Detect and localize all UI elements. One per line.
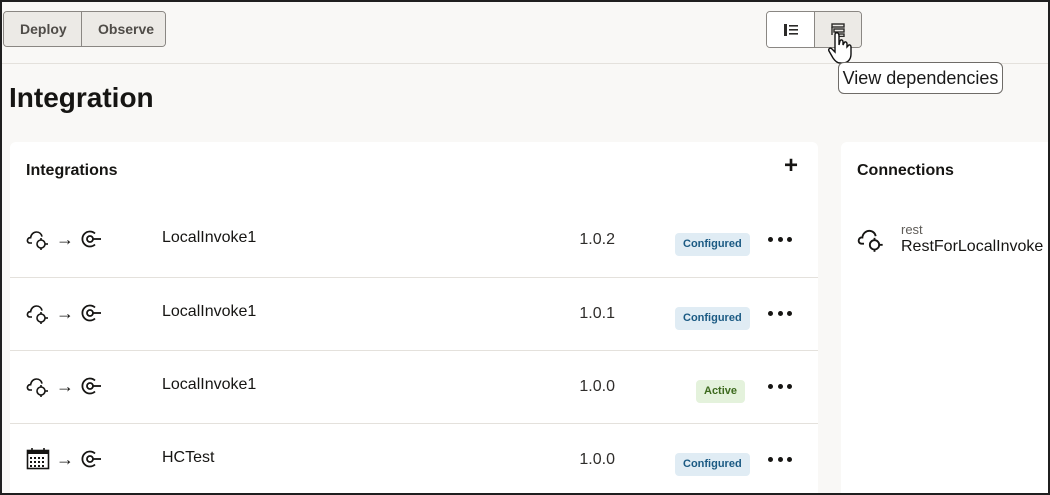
- flow-arrow: →: [56, 448, 74, 469]
- connection-item[interactable]: rest RestForLocalInvoke: [857, 220, 1048, 260]
- status-badge: Configured: [675, 233, 750, 256]
- flow-arrow: →: [56, 375, 74, 396]
- more-actions-button[interactable]: [768, 229, 792, 249]
- cloud-adapter-icon: [26, 231, 48, 250]
- integration-version: 1.0.0: [579, 451, 615, 468]
- page-title: Integration: [9, 82, 154, 113]
- integration-flow: →: [26, 302, 102, 324]
- integration-row[interactable]: → HCTest 1.0.0 Configured: [10, 423, 818, 493]
- status-badge: Configured: [675, 307, 750, 330]
- mode-switcher: Deploy Observe: [3, 11, 166, 47]
- integration-flow: →: [26, 375, 102, 397]
- calendar-schedule-icon: [26, 448, 50, 470]
- integration-version: 1.0.1: [579, 305, 615, 322]
- invoke-icon: [81, 450, 101, 468]
- integration-row[interactable]: → LocalInvoke1 1.0.2 Configured: [10, 204, 818, 277]
- integrations-title: Integrations: [26, 162, 118, 179]
- integration-name[interactable]: LocalInvoke1: [162, 376, 256, 394]
- deploy-button[interactable]: Deploy: [4, 12, 81, 46]
- more-actions-button[interactable]: [768, 376, 792, 396]
- connections-card: Connections rest RestForLocalInvoke: [841, 142, 1048, 493]
- integration-flow: →: [26, 448, 102, 470]
- dependencies-tooltip: View dependencies: [838, 62, 1003, 94]
- more-actions-button[interactable]: [768, 449, 792, 469]
- integration-flow: →: [26, 228, 102, 250]
- integrations-card: Integrations + → LocalInvoke1 1.0.2 Conf…: [10, 142, 818, 493]
- hand-cursor-icon: [828, 32, 852, 64]
- integration-version: 1.0.2: [579, 231, 615, 248]
- status-badge: Configured: [675, 453, 750, 476]
- invoke-icon: [81, 304, 101, 322]
- top-toolbar: Deploy Observe: [2, 2, 1048, 64]
- list-view-icon: [783, 23, 798, 36]
- invoke-icon: [81, 377, 101, 395]
- connections-title: Connections: [857, 162, 954, 179]
- integration-version: 1.0.0: [579, 378, 615, 395]
- more-actions-button[interactable]: [768, 303, 792, 323]
- flow-arrow: →: [56, 302, 74, 323]
- integration-name[interactable]: LocalInvoke1: [162, 303, 256, 321]
- integration-name[interactable]: HCTest: [162, 449, 214, 467]
- add-integration-button[interactable]: +: [784, 152, 798, 180]
- connection-type: rest: [901, 222, 923, 237]
- cloud-adapter-icon: [26, 305, 48, 324]
- integration-row[interactable]: → LocalInvoke1 1.0.1 Configured: [10, 277, 818, 350]
- status-badge: Active: [696, 380, 746, 403]
- observe-button[interactable]: Observe: [81, 12, 165, 46]
- cloud-adapter-icon: [857, 229, 883, 252]
- connection-name[interactable]: RestForLocalInvoke: [901, 238, 1043, 256]
- integration-row[interactable]: → LocalInvoke1 1.0.0 Active: [10, 350, 818, 423]
- flow-arrow: →: [56, 228, 74, 249]
- invoke-icon: [81, 230, 101, 248]
- integration-name[interactable]: LocalInvoke1: [162, 229, 256, 247]
- cloud-adapter-icon: [26, 378, 48, 397]
- list-view-button[interactable]: [767, 12, 814, 47]
- app-frame: Deploy Observe View dependencies Integra…: [0, 0, 1050, 495]
